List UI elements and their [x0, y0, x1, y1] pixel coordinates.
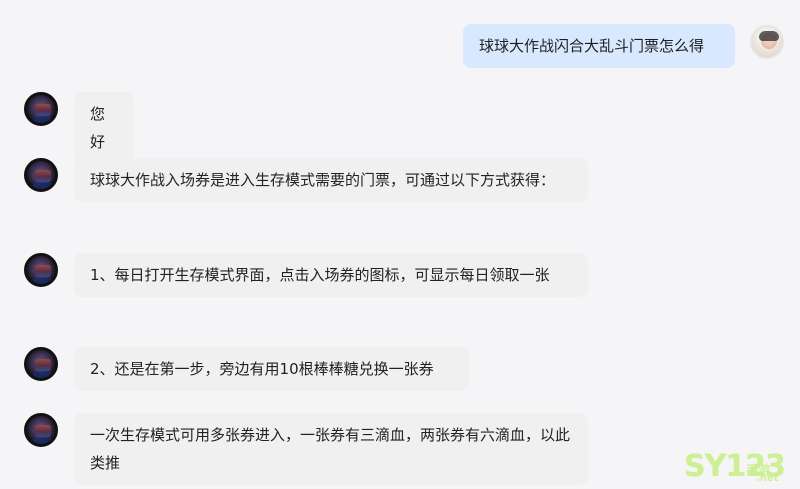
assistant-message-bubble: 2、还是在第一步，旁边有用10根棒棒糖兑换一张券: [74, 347, 469, 391]
assistant-message-text: 1、每日打开生存模式界面，点击入场券的图标，可显示每日领取一张: [90, 266, 550, 284]
chat-message-assistant: 您好: [24, 92, 134, 164]
bot-avatar-icon[interactable]: [24, 413, 58, 447]
assistant-message-text: 一次生存模式可用多张券进入，一张券有三滴血，两张券有六滴血，以此类推: [90, 426, 571, 472]
chat-message-assistant: 球球大作战入场券是进入生存模式需要的门票，可通过以下方式获得：: [24, 158, 588, 202]
bot-avatar-icon[interactable]: [24, 253, 58, 287]
bot-avatar-icon[interactable]: [24, 347, 58, 381]
chat-message-assistant: 2、还是在第一步，旁边有用10根棒棒糖兑换一张券: [24, 347, 469, 391]
assistant-message-text: 球球大作战入场券是进入生存模式需要的门票，可通过以下方式获得：: [90, 171, 556, 189]
chat-thread: 球球大作战闪合大乱斗门票怎么得 您好 球球大作战入场券是进入生存模式需要的门票，…: [0, 0, 800, 489]
user-message-text: 球球大作战闪合大乱斗门票怎么得: [479, 37, 705, 55]
chat-message-assistant: 一次生存模式可用多张券进入，一张券有三滴血，两张券有六滴血，以此类推: [24, 413, 588, 485]
assistant-message-text: 您好: [90, 105, 106, 151]
assistant-message-text: 2、还是在第一步，旁边有用10根棒棒糖兑换一张券: [90, 360, 434, 378]
assistant-message-bubble: 1、每日打开生存模式界面，点击入场券的图标，可显示每日领取一张: [74, 253, 588, 297]
user-avatar-icon[interactable]: [750, 25, 784, 59]
assistant-message-bubble: 您好: [74, 92, 134, 164]
chat-message-assistant: 1、每日打开生存模式界面，点击入场券的图标，可显示每日领取一张: [24, 253, 588, 297]
user-avatar-wrap: [750, 25, 784, 59]
assistant-message-bubble: 一次生存模式可用多张券进入，一张券有三滴血，两张券有六滴血，以此类推: [74, 413, 588, 485]
chat-message-user: 球球大作战闪合大乱斗门票怎么得: [463, 24, 735, 68]
assistant-message-bubble: 球球大作战入场券是进入生存模式需要的门票，可通过以下方式获得：: [74, 158, 588, 202]
user-message-bubble: 球球大作战闪合大乱斗门票怎么得: [463, 24, 735, 68]
bot-avatar-icon[interactable]: [24, 92, 58, 126]
bot-avatar-icon[interactable]: [24, 158, 58, 192]
